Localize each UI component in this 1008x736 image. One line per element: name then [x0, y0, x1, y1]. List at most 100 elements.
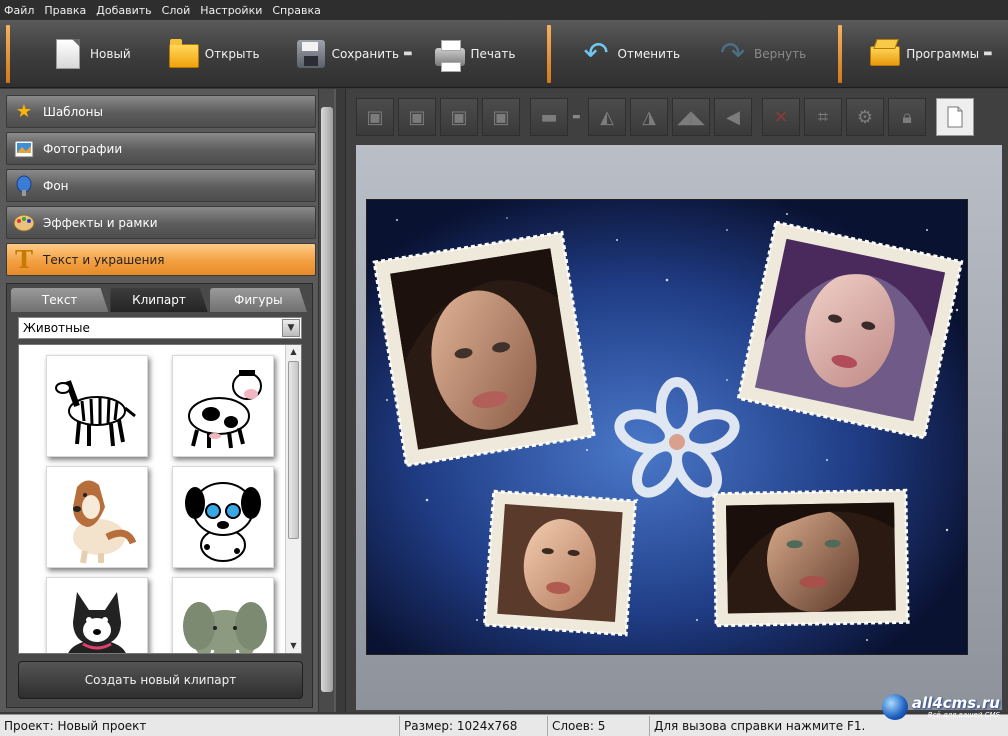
lock-icon[interactable]: 🔒︎ [888, 98, 926, 136]
printer-icon [433, 36, 467, 72]
clipart-zebra[interactable] [46, 355, 148, 457]
delete-icon[interactable]: ✕ [762, 98, 800, 136]
save-dropdown-icon[interactable]: ▬ [403, 48, 412, 59]
chevron-down-icon[interactable]: ▼ [282, 319, 300, 337]
box-icon [868, 36, 902, 72]
undo-button-label: Отменить [617, 46, 681, 61]
menu-add[interactable]: Добавить [96, 4, 151, 17]
category-photos[interactable]: Фотографии [6, 132, 316, 165]
cow-icon [188, 370, 262, 449]
redo-arrow-icon: ↷ [720, 35, 746, 71]
watermark-text: all4cms.ru [911, 693, 1000, 712]
redo-button-label: Вернуть [754, 46, 807, 61]
menu-settings[interactable]: Настройки [200, 4, 262, 17]
watermark-subtext: Всё для вашей CMS [927, 710, 1000, 719]
layer-backward-icon[interactable]: ▣ [440, 98, 478, 136]
clipart-gallery: ▲ ▼ [18, 344, 302, 654]
gallery-scrollbar[interactable]: ▲ ▼ [285, 345, 301, 653]
category-label: Текст и украшения [43, 252, 165, 267]
status-size: Размер: 1024x768 [400, 715, 548, 736]
toolbar-separator [838, 24, 843, 83]
save-button[interactable]: Сохранить [288, 24, 402, 84]
star-icon: ★ [15, 101, 33, 122]
edit-toolbar: ▣ ▣ ▣ ▣ ▬ ▬ ◭ ◮ ◢◣ ◀ ✕ ⌗ ⚙ 🔒︎ [356, 93, 1006, 141]
left-panel: ★ Шаблоны Фотографии Фон Эффекты и рамки… [0, 89, 336, 712]
category-text-decorations[interactable]: T Текст и украшения [6, 243, 316, 276]
align-dropdown-icon[interactable]: ▬ [572, 112, 582, 122]
align-icon[interactable]: ▬ [530, 98, 568, 136]
open-button-label: Открыть [204, 46, 260, 61]
tab-shapes[interactable]: Фигуры [209, 288, 307, 312]
layer-front-icon[interactable]: ▣ [356, 98, 394, 136]
open-button[interactable]: Открыть [161, 24, 266, 84]
programs-dropdown-icon[interactable]: ▬ [983, 48, 992, 59]
toolbar-separator [547, 24, 552, 83]
left-panel-scrollbar[interactable] [318, 89, 334, 712]
collie-dog-icon [73, 480, 137, 564]
menu-layer[interactable]: Слой [162, 4, 191, 17]
dalmatian-puppy-icon [185, 482, 261, 562]
scroll-down-icon[interactable]: ▼ [286, 639, 301, 653]
folder-icon [167, 36, 201, 72]
new-page-icon[interactable] [936, 98, 974, 136]
main-toolbar: Новый Открыть Сохранить ▬ Печать ↶ Отмен… [0, 20, 1008, 88]
photo-frame-1[interactable] [372, 230, 596, 468]
clipart-elephant[interactable] [172, 577, 274, 653]
collage-artwork [367, 200, 967, 654]
category-label: Фон [43, 178, 69, 193]
rotate-left-icon[interactable]: ◭ [588, 98, 626, 136]
clipart-category-select[interactable]: Животные ▼ [18, 317, 302, 339]
flip-vertical-icon[interactable]: ◀ [714, 98, 752, 136]
text-t-icon: T [15, 245, 33, 274]
settings-icon[interactable]: ⚙ [846, 98, 884, 136]
tab-text[interactable]: Текст [11, 288, 109, 312]
husky-puppy-icon [68, 592, 126, 653]
workspace: ▣ ▣ ▣ ▣ ▬ ▬ ◭ ◮ ◢◣ ◀ ✕ ⌗ ⚙ 🔒︎ [345, 89, 1008, 712]
menu-file[interactable]: Файл [4, 4, 34, 17]
clipart-husky[interactable] [46, 577, 148, 653]
globe-icon [881, 694, 908, 720]
palette-icon [11, 210, 37, 236]
status-project: Проект: Новый проект [0, 715, 400, 736]
flip-horizontal-icon[interactable]: ◢◣ [672, 98, 710, 136]
category-background[interactable]: Фон [6, 169, 316, 202]
photo-frame-4[interactable] [712, 488, 910, 628]
menu-help[interactable]: Справка [272, 4, 320, 17]
floppy-disk-icon [294, 36, 328, 72]
clipart-cow[interactable] [172, 355, 274, 457]
rotate-right-icon[interactable]: ◮ [630, 98, 668, 136]
new-button[interactable]: Новый [46, 24, 137, 84]
print-button-label: Печать [470, 46, 516, 61]
redo-button[interactable]: ↷ Вернуть [710, 24, 812, 84]
toolbar-separator [6, 24, 10, 83]
status-bar: Проект: Новый проект Размер: 1024x768 Сл… [0, 714, 1008, 736]
photo-frame-2[interactable] [736, 220, 964, 440]
gallery-scroll-thumb[interactable] [288, 361, 299, 539]
undo-arrow-icon: ↶ [583, 35, 609, 71]
programs-button-label: Программы [906, 46, 980, 61]
clipart-dalmatian[interactable] [172, 466, 274, 568]
crop-icon[interactable]: ⌗ [804, 98, 842, 136]
layer-back-icon[interactable]: ▣ [482, 98, 520, 136]
clipart-collie[interactable] [46, 466, 148, 568]
create-clipart-button[interactable]: Создать новый клипарт [18, 661, 303, 699]
menu-edit[interactable]: Правка [44, 4, 86, 17]
category-templates[interactable]: ★ Шаблоны [6, 95, 316, 128]
tab-clipart[interactable]: Клипарт [110, 288, 208, 312]
category-effects-frames[interactable]: Эффекты и рамки [6, 206, 316, 239]
new-document-icon [52, 36, 86, 72]
category-label: Фотографии [43, 141, 123, 156]
programs-button[interactable]: Программы [862, 24, 981, 84]
undo-button[interactable]: ↶ Отменить [573, 24, 686, 84]
collage-canvas[interactable] [366, 199, 968, 655]
print-button[interactable]: Печать [427, 24, 522, 84]
left-panel-scroll-thumb[interactable] [321, 107, 333, 692]
new-button-label: Новый [90, 46, 131, 61]
save-button-label: Сохранить [331, 46, 400, 61]
scroll-up-icon[interactable]: ▲ [286, 345, 301, 359]
menu-bar: Файл Правка Добавить Слой Настройки Спра… [0, 0, 1008, 20]
photo-frame-3[interactable] [482, 489, 638, 637]
layer-forward-icon[interactable]: ▣ [398, 98, 436, 136]
paint-brush-icon [11, 173, 37, 199]
elephant-icon [183, 602, 267, 653]
